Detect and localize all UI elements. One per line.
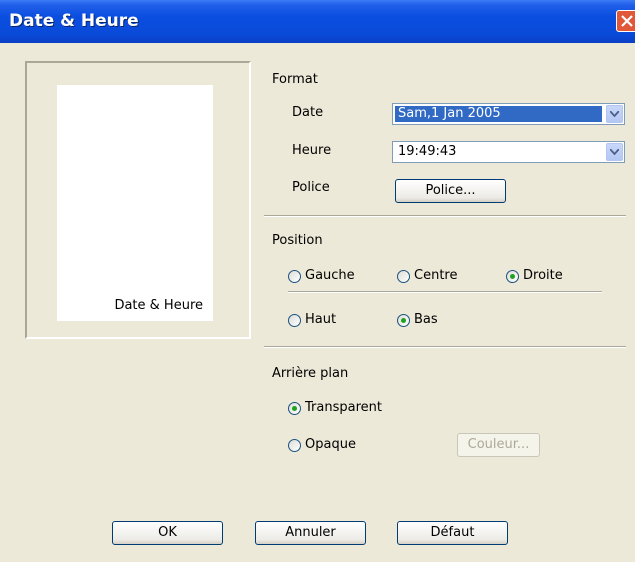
- position-separator: [288, 291, 602, 293]
- position-right-radio[interactable]: [506, 270, 519, 283]
- date-label: Date: [292, 105, 324, 120]
- font-button[interactable]: Police...: [395, 179, 506, 203]
- background-transparent-label[interactable]: Transparent: [305, 400, 382, 415]
- format-separator: [264, 215, 626, 217]
- background-opaque-label[interactable]: Opaque: [305, 437, 356, 452]
- position-top-label[interactable]: Haut: [305, 312, 336, 327]
- date-format-dropdown[interactable]: Sam,1 Jan 2005: [392, 103, 625, 125]
- position-center-radio[interactable]: [397, 270, 410, 283]
- date-dropdown-button[interactable]: [606, 105, 623, 123]
- preview-label: Date & Heure: [114, 298, 203, 313]
- close-button[interactable]: [616, 10, 635, 32]
- color-button[interactable]: Couleur...: [457, 433, 540, 457]
- preview-canvas: Date & Heure: [57, 85, 213, 321]
- chevron-down-icon: [610, 111, 619, 117]
- position-center-label[interactable]: Centre: [414, 268, 457, 283]
- time-dropdown-button[interactable]: [606, 143, 623, 161]
- background-heading: Arrière plan: [272, 366, 349, 381]
- cancel-button[interactable]: Annuler: [255, 521, 366, 545]
- close-icon: [621, 15, 633, 27]
- title-bar[interactable]: Date & Heure: [0, 0, 635, 43]
- date-format-value: Sam,1 Jan 2005: [395, 106, 602, 122]
- time-format-dropdown[interactable]: 19:49:43: [392, 141, 625, 163]
- background-opaque-radio[interactable]: [288, 439, 301, 452]
- position-bottom-radio[interactable]: [397, 314, 410, 327]
- background-transparent-radio[interactable]: [288, 402, 301, 415]
- position-top-radio[interactable]: [288, 314, 301, 327]
- position-bottom-label[interactable]: Bas: [414, 312, 438, 327]
- default-button[interactable]: Défaut: [397, 521, 508, 545]
- chevron-down-icon: [610, 149, 619, 155]
- time-label: Heure: [292, 143, 332, 158]
- format-heading: Format: [272, 72, 318, 87]
- time-format-value: 19:49:43: [398, 144, 457, 159]
- position-left-radio[interactable]: [288, 270, 301, 283]
- ok-button[interactable]: OK: [112, 521, 223, 545]
- position-heading: Position: [272, 233, 323, 248]
- preview-panel: Date & Heure: [25, 61, 251, 339]
- position-right-label[interactable]: Droite: [523, 268, 563, 283]
- font-label: Police: [292, 180, 330, 195]
- position-bottom-separator: [264, 346, 626, 348]
- position-left-label[interactable]: Gauche: [305, 268, 355, 283]
- window-title: Date & Heure: [9, 11, 139, 31]
- date-heure-dialog: Date & Heure Date & Heure Format Date Sa…: [0, 0, 635, 562]
